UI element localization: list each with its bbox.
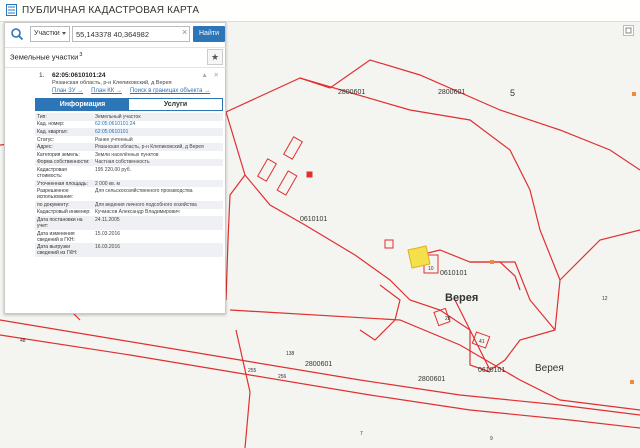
field-value: Рязанская область, р-н Клепиковский, д В… — [93, 143, 223, 151]
table-row: Адрес: Рязанская область, р-н Клепиковски… — [35, 143, 223, 151]
clear-search-icon[interactable]: × — [182, 27, 187, 37]
map-label-plot: 41 — [479, 339, 485, 345]
selected-parcel[interactable] — [407, 245, 431, 269]
map-label-quarter: 0610101 — [440, 270, 467, 277]
field-value: 16.03.2016 — [93, 243, 223, 257]
result-links: План ЗУ → План КК → Поиск в границах объ… — [52, 88, 210, 94]
field-value: Земли населённых пунктов — [95, 151, 159, 158]
field-label: Категория земель: — [37, 151, 80, 158]
field-value: 24.11.2005 — [93, 216, 223, 230]
map-label-plot: 48 — [20, 338, 26, 344]
map-label-quarter: 2800601 — [438, 89, 465, 96]
map-label-village: Верея — [535, 363, 564, 374]
field-value: Ранее учтенный — [95, 136, 133, 143]
map-label-road: 138 — [286, 351, 295, 357]
map-label-quarter: 2800601 — [305, 361, 332, 368]
field-value: Земельный участок — [93, 113, 223, 121]
info-panel: Участки × Найти Земельные участки3 ★ 1. … — [4, 22, 227, 314]
map-label-plot: 12 — [602, 296, 608, 302]
field-label: Кад. номер: — [37, 121, 65, 128]
field-label: Адрес: — [35, 143, 93, 151]
tab-information[interactable]: Информация — [36, 99, 129, 110]
table-row: по документу: Для ведения личного подсобн… — [35, 200, 223, 209]
results-section-label: Земельные участки — [10, 52, 79, 62]
results-count: 3 — [79, 52, 83, 58]
field-value-link[interactable]: 62:05:0610101:24 — [93, 121, 223, 129]
plan-zu-link[interactable]: План ЗУ → — [52, 88, 83, 94]
field-value: 15.03.2016 — [95, 230, 121, 237]
search-in-bounds-link[interactable]: Поиск в границах объекта → — [130, 88, 210, 94]
table-row: Кадастровый инженер: Кучмасов Александр В… — [35, 209, 223, 217]
brand[interactable]: ПУБЛИЧНАЯ КАДАСТРОВАЯ КАРТА — [6, 4, 199, 16]
field-value: Кучмасов Александр Владимирович — [95, 209, 180, 216]
find-button[interactable]: Найти — [193, 26, 225, 42]
table-row: Кад. квартал: 62:05:0610101 — [35, 128, 223, 136]
search-bar: Участки × Найти — [5, 23, 227, 45]
table-row: Дата изменения сведений в ГКН: 15.03.2016 — [35, 230, 223, 244]
field-label: Форма собственности: — [35, 158, 93, 167]
field-label: Статус: — [37, 136, 55, 143]
chevron-down-icon — [62, 32, 66, 35]
field-label: Тип: — [35, 113, 93, 121]
result-actions-icons[interactable]: ▲ ✕ — [201, 71, 221, 79]
header-bar: ПУБЛИЧНАЯ КАДАСТРОВАЯ КАРТА — [0, 0, 640, 22]
table-row: Форма собственности: Частная собственност… — [35, 158, 223, 167]
table-row: Дата выгрузки сведений из ГКН: 16.03.2016 — [35, 243, 223, 257]
map-label-quarter: 0610101 — [478, 367, 505, 374]
map-label-plot: 28 — [445, 316, 451, 322]
result-tabs: Информация Услуги — [35, 98, 223, 111]
result-cadastral-number[interactable]: 62:05:0610101:24 — [52, 72, 106, 79]
info-table: Тип: Земельный участок Кад. номер: 62:05:0… — [35, 113, 223, 257]
field-label: Кадастровая стоимость: — [37, 166, 67, 179]
results-section-title: Земельные участки3 — [10, 52, 82, 62]
table-row: Уточненная площадь: 2 000 кв. м — [35, 179, 223, 188]
result-item: 1. 62:05:0610101:24 Рязанская область, р… — [5, 67, 227, 313]
search-type-select[interactable]: Участки — [30, 26, 70, 42]
field-label: Разрешенное использование: — [37, 188, 74, 201]
table-row: Статус: Ранее учтенный — [35, 136, 223, 144]
map-label-quarter: 2800601 — [338, 89, 365, 96]
map-label-plot: 9 — [490, 436, 493, 442]
field-value: Частная собственность — [93, 158, 223, 167]
field-label: Уточненная площадь: — [35, 179, 93, 188]
field-value: Для сельскохозяйственного производства — [95, 188, 193, 195]
table-row: Кад. номер: 62:05:0610101:24 — [35, 121, 223, 129]
field-value: 195 220,00 руб. — [95, 166, 131, 173]
search-type-label: Участки — [34, 30, 60, 37]
field-label: Дата постановки на учет: — [35, 216, 93, 230]
field-label: Кад. квартал: — [35, 128, 93, 136]
field-value-link[interactable]: 62:05:0610101 — [93, 128, 223, 136]
table-row: Дата постановки на учет: 24.11.2005 — [35, 216, 223, 230]
field-label: Дата изменения сведений в ГКН: — [37, 230, 75, 243]
tab-services[interactable]: Услуги — [129, 99, 222, 110]
table-row: Тип: Земельный участок — [35, 113, 223, 121]
map-label-quarter: 0610101 — [300, 216, 327, 223]
map-label-village: Верея — [445, 292, 478, 304]
field-label: Дата выгрузки сведений из ГКН: — [35, 243, 93, 257]
field-value: Для ведения личного подсобного хозяйства — [93, 200, 223, 209]
field-label: по документу: — [35, 200, 93, 209]
results-section-header: Земельные участки3 ★ — [5, 47, 227, 65]
table-row: Кадастровая стоимость: 195 220,00 руб. — [35, 166, 223, 180]
field-label: Кадастровый инженер: — [37, 209, 91, 216]
plan-kk-link[interactable]: План КК → — [91, 88, 122, 94]
map-label-road: 255 — [248, 368, 257, 374]
app-title: ПУБЛИЧНАЯ КАДАСТРОВАЯ КАРТА — [22, 4, 200, 16]
table-row: Разрешенное использование: Для сельскохоз… — [35, 187, 223, 201]
result-number: 1. — [39, 72, 45, 79]
rosreestr-logo-icon — [6, 4, 17, 16]
result-address: Рязанская область, р-н Клепиковский, д В… — [52, 80, 172, 86]
plot-marker — [306, 171, 313, 178]
map-label-plot: 7 — [360, 431, 363, 437]
favorite-star-button[interactable]: ★ — [207, 49, 223, 65]
map-label-road: 256 — [278, 374, 287, 380]
search-input[interactable] — [72, 26, 190, 42]
map-label-plot: 10 — [428, 266, 434, 272]
map-label-district: 5 — [510, 88, 515, 98]
field-value: 2 000 кв. м — [93, 179, 223, 188]
search-icon[interactable] — [9, 26, 25, 42]
map-label-quarter: 2800601 — [418, 376, 445, 383]
table-row: Категория земель: Земли населённых пункто… — [35, 151, 223, 159]
map-layer-icon[interactable] — [623, 25, 634, 36]
